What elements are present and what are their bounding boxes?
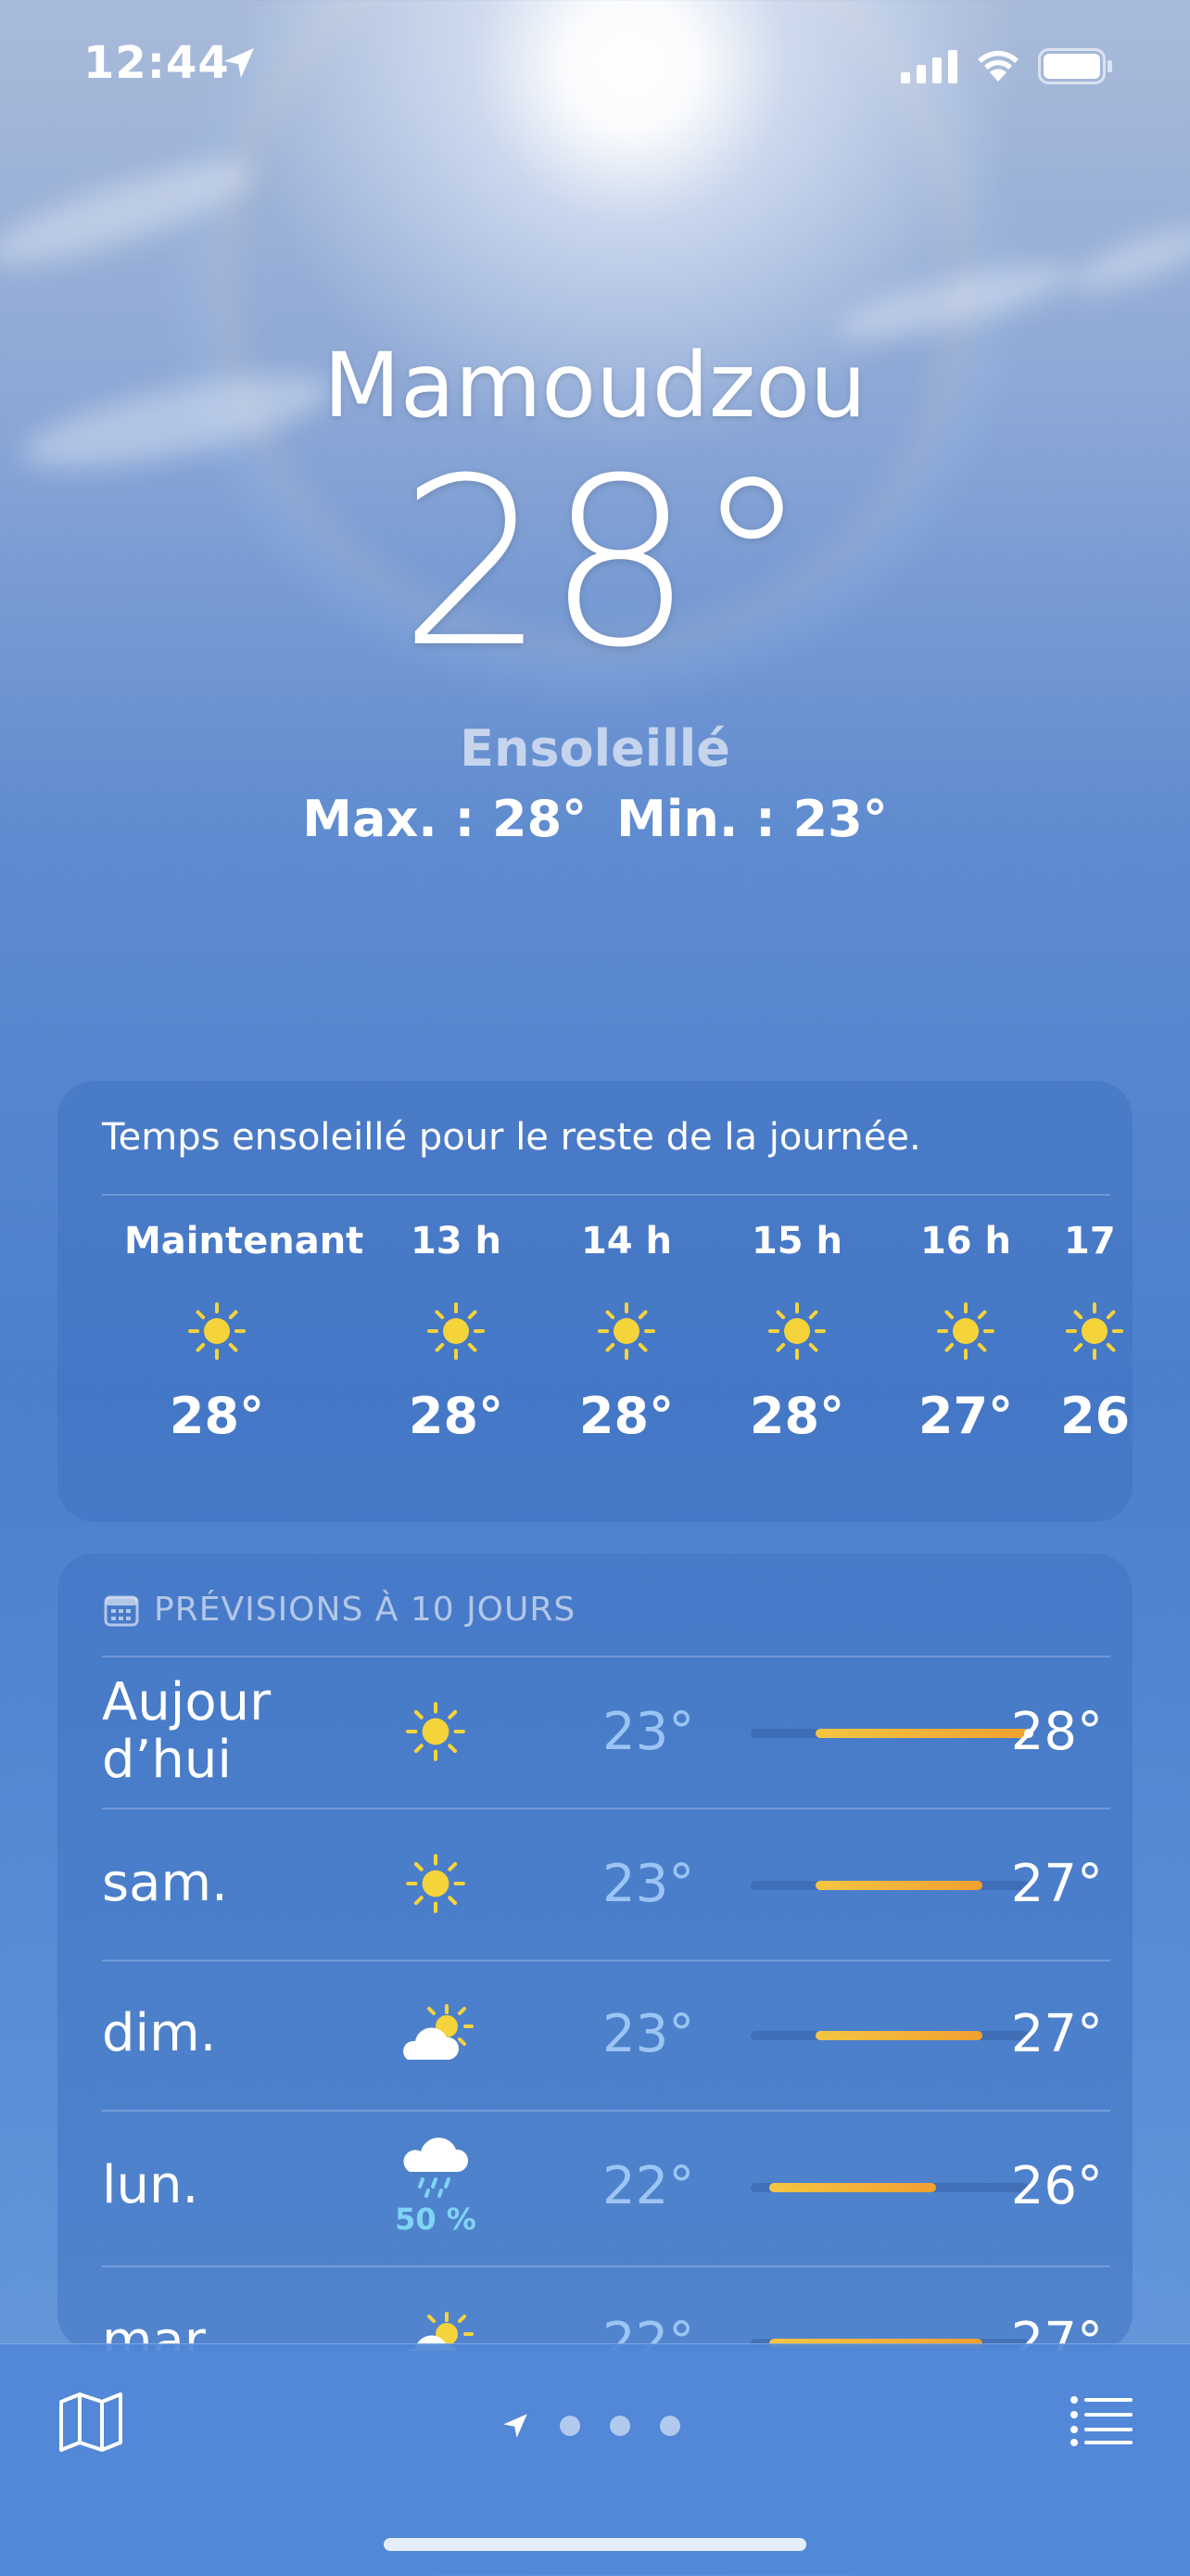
- battery-icon: [1038, 48, 1112, 84]
- sun-icon: [188, 1302, 246, 1360]
- page-dot: [610, 2416, 630, 2436]
- hour-item: 15 h 28°: [704, 1220, 890, 1445]
- day-label: lun.: [102, 2155, 199, 2215]
- location-arrow-icon: [503, 2414, 527, 2438]
- day-label: dim.: [102, 2003, 217, 2063]
- day-row[interactable]: dim. 23° 27°: [102, 1960, 1103, 2108]
- low-temperature: Min. : 23°: [616, 790, 888, 848]
- cellular-signal-icon: [901, 50, 957, 83]
- sun-icon: [1066, 1302, 1123, 1360]
- page-indicator[interactable]: [500, 2411, 680, 2441]
- status-bar: 12:44: [0, 0, 1190, 130]
- day-row[interactable]: lun. 50 % 22° 26°: [102, 2112, 1103, 2260]
- sun-icon: [768, 1302, 826, 1360]
- day-high: 27°: [1010, 1853, 1103, 1914]
- day-high: 27°: [1010, 2311, 1103, 2352]
- temperature-range-fill: [769, 2183, 936, 2192]
- current-temperature: 28°: [399, 428, 810, 698]
- cloud-wisp: [1063, 216, 1190, 303]
- day-label: mar.: [102, 2311, 218, 2352]
- hour-temperature: 26: [1060, 1387, 1131, 1445]
- hour-item: 13 h 28°: [363, 1220, 549, 1445]
- temperature-range-fill: [816, 2031, 982, 2040]
- temperature-range-fill: [816, 1729, 1029, 1738]
- list-icon[interactable]: [1070, 2394, 1133, 2446]
- temperature-range-bar: [751, 1729, 1033, 1738]
- day-low: 22°: [602, 2311, 695, 2352]
- hour-label: 14 h: [580, 1220, 673, 1263]
- day-low: 23°: [602, 2003, 695, 2064]
- day-high: 28°: [1010, 1701, 1103, 1762]
- sun-icon: [406, 1854, 465, 1913]
- hour-label: 15 h: [751, 1220, 843, 1263]
- day-low: 22°: [602, 2155, 695, 2216]
- temperature-range-bar: [751, 2031, 1029, 2040]
- hour-label: 13 h: [410, 1220, 502, 1263]
- page-dot: [660, 2416, 680, 2436]
- ten-day-header: PRÉVISIONS À 10 JOURS: [104, 1591, 576, 1629]
- temperature-range-bar: [751, 2183, 1029, 2192]
- temperature-range-fill: [816, 1881, 982, 1890]
- day-row[interactable]: mar. 22° 27°: [102, 2267, 1103, 2351]
- status-time: 12:44: [83, 37, 230, 89]
- hour-item: 16 h 27°: [873, 1220, 1058, 1445]
- hour-temperature: 28°: [169, 1387, 265, 1445]
- location-services-icon: [224, 48, 254, 78]
- wifi-icon: [978, 50, 1019, 82]
- hour-temperature: 27°: [918, 1387, 1014, 1445]
- hourly-summary: Temps ensoleillé pour le reste de la jou…: [102, 1116, 921, 1159]
- temperature-range-bar: [751, 1881, 1029, 1890]
- hour-label: 17: [1064, 1220, 1116, 1263]
- high-temperature: Max. : 28°: [302, 790, 588, 848]
- sun-icon: [406, 1702, 465, 1761]
- high-low: Max. : 28° Min. : 23°: [0, 790, 1190, 848]
- day-high: 27°: [1010, 2003, 1103, 2064]
- calendar-icon: [104, 1595, 139, 1626]
- day-label: Aujour d’hui: [102, 1672, 272, 1790]
- hour-item: 17 26: [1044, 1220, 1133, 1445]
- day-row[interactable]: sam. 23° 27°: [102, 1809, 1103, 1958]
- cloud-wisp: [0, 144, 261, 283]
- sun-icon: [427, 1302, 485, 1360]
- sun-icon: [937, 1302, 994, 1360]
- hourly-forecast-card[interactable]: Temps ensoleillé pour le reste de la jou…: [57, 1081, 1133, 1522]
- day-low: 23°: [602, 1701, 695, 1762]
- rain-cloud-icon: [403, 2138, 469, 2198]
- day-high: 26°: [1010, 2155, 1103, 2216]
- sun-icon: [598, 1302, 655, 1360]
- hour-temperature: 28°: [408, 1387, 504, 1445]
- city-name: Mamoudzou: [323, 334, 867, 438]
- precipitation-chance: 50 %: [395, 2202, 476, 2237]
- hour-temperature: 28°: [749, 1387, 845, 1445]
- home-indicator[interactable]: [384, 2538, 806, 2551]
- hour-label: Maintenant: [124, 1220, 364, 1263]
- map-icon[interactable]: [57, 2391, 124, 2454]
- ten-day-title: PRÉVISIONS À 10 JOURS: [154, 1591, 576, 1629]
- divider: [102, 1194, 1110, 1196]
- ten-day-forecast-card[interactable]: PRÉVISIONS À 10 JOURS Aujour d’hui 23° 2…: [57, 1554, 1133, 2351]
- hour-label: 16 h: [919, 1220, 1012, 1263]
- hour-temperature: 28°: [578, 1387, 675, 1445]
- day-row[interactable]: Aujour d’hui 23° 28°: [102, 1657, 1103, 1806]
- page-dot: [560, 2416, 580, 2436]
- current-condition: Ensoleillé: [460, 719, 730, 778]
- day-label: sam.: [102, 1853, 228, 1913]
- hour-item: 14 h 28°: [534, 1220, 719, 1445]
- hour-item: Maintenant 28°: [124, 1220, 364, 1445]
- partly-cloudy-icon: [403, 2004, 474, 2060]
- day-low: 23°: [602, 1853, 695, 1914]
